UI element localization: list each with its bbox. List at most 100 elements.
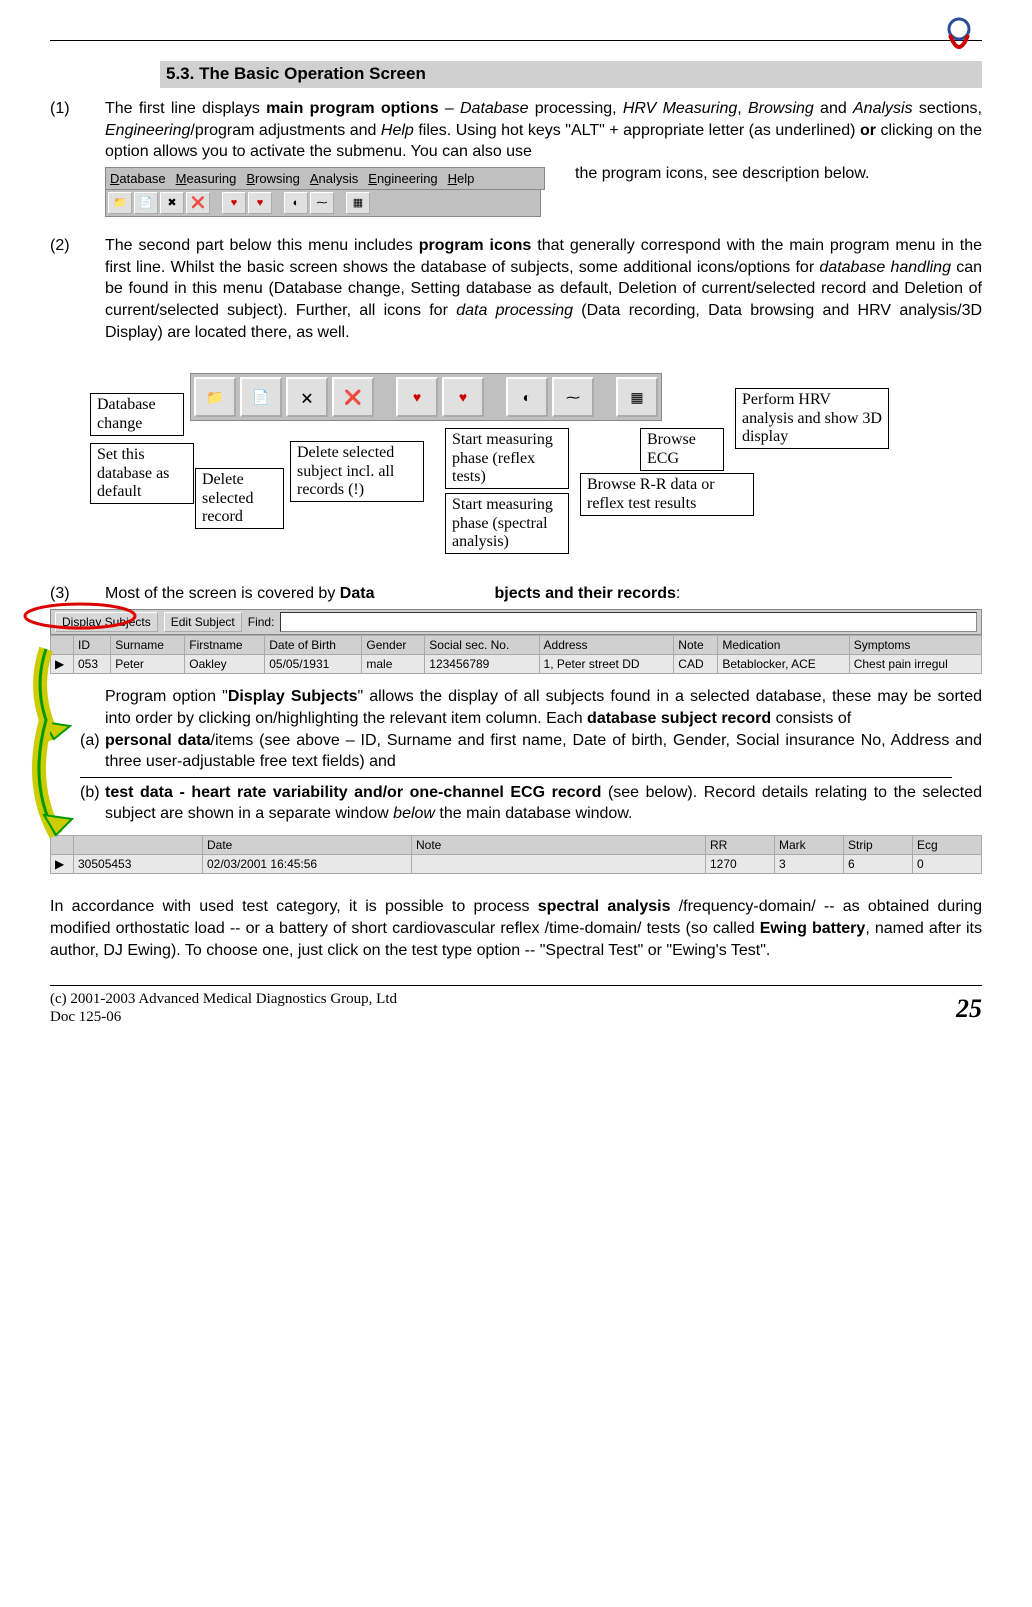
footer: (c) 2001-2003 Advanced Medical Diagnosti…	[50, 990, 982, 1026]
cell: 1, Peter street DD	[539, 655, 674, 674]
para-num: (1)	[50, 98, 105, 217]
menu-measuring[interactable]: Measuring	[176, 170, 237, 188]
menubar-screenshot: Database Measuring Browsing Analysis Eng…	[105, 167, 545, 218]
menu-help[interactable]: Help	[448, 170, 475, 188]
menu-browsing[interactable]: Browsing	[246, 170, 299, 188]
browse-rr-icon[interactable]: ◐	[284, 192, 308, 214]
top-rule	[50, 40, 982, 41]
text: data processing	[456, 302, 573, 319]
delete-subject-icon[interactable]: ❌	[332, 377, 374, 417]
text: /program adjustments and	[190, 122, 381, 139]
hrv-analysis-icon[interactable]: ▦	[346, 192, 370, 214]
text: /items (see above – ID, Surname and firs…	[105, 732, 982, 771]
col-mark[interactable]: Mark	[775, 835, 844, 854]
delete-record-icon[interactable]: 🗙	[286, 377, 328, 417]
text: database handling	[819, 259, 951, 276]
red-circle-annotation	[20, 601, 140, 641]
text: In accordance with used test category, i…	[50, 898, 538, 915]
db-change-icon[interactable]: 📁	[194, 377, 236, 417]
col-date[interactable]: Date	[203, 835, 412, 854]
text: The second part below this menu includes	[105, 237, 419, 254]
section-header: 5.3. The Basic Operation Screen	[160, 61, 982, 88]
col-address[interactable]: Address	[539, 636, 674, 655]
para-num: (2)	[50, 235, 105, 343]
measure-reflex-icon[interactable]: ♥	[222, 192, 246, 214]
cell: 123456789	[425, 655, 539, 674]
cell: 1270	[706, 855, 775, 874]
text: main program options	[266, 100, 439, 117]
cell: Oakley	[185, 655, 265, 674]
cell: Chest pain irregul	[849, 655, 981, 674]
col-note[interactable]: Note	[412, 835, 706, 854]
measure-reflex-icon[interactable]: ♥	[396, 377, 438, 417]
text: Most of the screen is covered by	[105, 585, 340, 602]
text: below	[393, 805, 435, 822]
text: or	[860, 122, 876, 139]
col-note[interactable]: Note	[674, 636, 718, 655]
table-header-row: ID Surname Firstname Date of Birth Gende…	[51, 636, 982, 655]
db-change-icon[interactable]: 📁	[108, 192, 132, 214]
measure-spectral-icon[interactable]: ♥	[248, 192, 272, 214]
col-dob[interactable]: Date of Birth	[265, 636, 362, 655]
footer-docid: Doc 125-06	[50, 1008, 397, 1026]
cell: male	[362, 655, 425, 674]
browse-ecg-icon[interactable]: ⁓	[552, 377, 594, 417]
subjects-table: ID Surname Firstname Date of Birth Gende…	[50, 635, 982, 674]
menu-analysis[interactable]: Analysis	[310, 170, 358, 188]
table-row[interactable]: ▶ 053 Peter Oakley 05/05/1931 male 12345…	[51, 655, 982, 674]
find-label: Find:	[248, 614, 275, 630]
item-a: (a) personal data/items (see above – ID,…	[80, 730, 982, 773]
delete-subject-icon[interactable]: ❌	[186, 192, 210, 214]
cell: 05/05/1931	[265, 655, 362, 674]
toolbar-figure: 📁 📄 🗙 ❌ ♥ ♥ ◐ ⁓ ▦ Database change Set th…	[50, 373, 982, 573]
cell: Peter	[111, 655, 185, 674]
text: database subject record	[587, 710, 771, 727]
col-ssn[interactable]: Social sec. No.	[425, 636, 539, 655]
callout-del-subject: Delete selected subject incl. all record…	[290, 441, 424, 502]
col-symptoms[interactable]: Symptoms	[849, 636, 981, 655]
find-input[interactable]	[280, 612, 977, 632]
measure-spectral-icon[interactable]: ♥	[442, 377, 484, 417]
browse-ecg-icon[interactable]: ⁓	[310, 192, 334, 214]
cell: CAD	[674, 655, 718, 674]
small-toolbar: 📁 📄 ✖ ❌ ♥ ♥ ◐ ⁓ ▦	[105, 190, 541, 217]
col-medication[interactable]: Medication	[718, 636, 849, 655]
callout-hrv-3d: Perform HRV analysis and show 3D display	[735, 388, 889, 449]
edit-subject-button[interactable]: Edit Subject	[164, 612, 242, 632]
menu-bar: Database Measuring Browsing Analysis Eng…	[105, 167, 545, 191]
col-ecg[interactable]: Ecg	[913, 835, 982, 854]
page-number: 25	[956, 991, 982, 1026]
delete-record-icon[interactable]: ✖	[160, 192, 184, 214]
menu-engineering[interactable]: Engineering	[368, 170, 437, 188]
db-default-icon[interactable]: 📄	[240, 377, 282, 417]
col-gender[interactable]: Gender	[362, 636, 425, 655]
text: Program option "	[105, 688, 228, 705]
text: HRV Measuring	[623, 100, 737, 117]
text: Display Subjects	[228, 688, 358, 705]
footer-copyright: (c) 2001-2003 Advanced Medical Diagnosti…	[50, 990, 397, 1008]
text: Database	[460, 100, 529, 117]
text: files. Using hot keys "ALT" + appropriat…	[414, 122, 860, 139]
text: Analysis	[853, 100, 913, 117]
table-header-row: Date Note RR Mark Strip Ecg	[51, 835, 982, 854]
browse-rr-icon[interactable]: ◐	[506, 377, 548, 417]
db-default-icon[interactable]: 📄	[134, 192, 158, 214]
hrv-analysis-icon[interactable]: ▦	[616, 377, 658, 417]
col-strip[interactable]: Strip	[844, 835, 913, 854]
cell: 30505453	[74, 855, 203, 874]
text: bjects and their records	[494, 585, 675, 602]
col-firstname[interactable]: Firstname	[185, 636, 265, 655]
text: Browsing	[748, 100, 814, 117]
callout-db-default: Set this database as default	[90, 443, 194, 504]
text: Engineering	[105, 122, 190, 139]
footer-rule	[50, 985, 982, 986]
menu-database[interactable]: Database	[110, 170, 166, 188]
callout-browse-rr: Browse R-R data or reflex test results	[580, 473, 754, 516]
text: Ewing battery	[760, 920, 866, 937]
col-rr[interactable]: RR	[706, 835, 775, 854]
text: Data	[340, 585, 375, 602]
text: test data - heart rate variability and/o…	[105, 784, 601, 801]
table-row[interactable]: ▶ 30505453 02/03/2001 16:45:56 1270 3 6 …	[51, 855, 982, 874]
cell	[412, 855, 706, 874]
col-recid[interactable]	[74, 835, 203, 854]
